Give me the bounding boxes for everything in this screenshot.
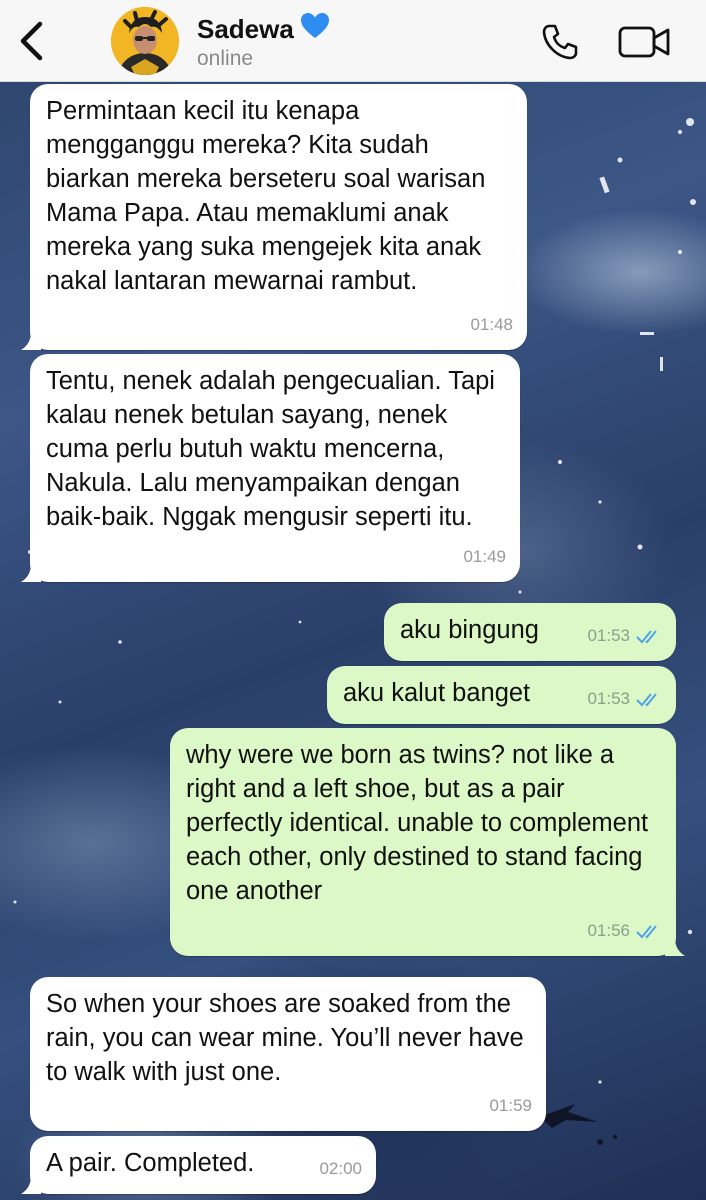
message-bubble-outgoing[interactable]: aku kalut banget 01:53 (327, 666, 676, 724)
message-bubble-incoming[interactable]: Tentu, nenek adalah pengecualian. Tapi k… (21, 354, 520, 582)
message-meta: 02:00 (319, 1152, 362, 1186)
blue-heart-icon (300, 12, 330, 46)
message-meta: 01:48 (470, 308, 513, 342)
message-text: A pair. Completed. (46, 1149, 255, 1177)
read-receipt-icon (636, 630, 657, 644)
video-call-button[interactable] (618, 24, 672, 60)
read-receipt-icon (636, 693, 657, 707)
message-text: why were we born as twins? not like a ri… (186, 741, 656, 905)
message-bubble-incoming[interactable]: A pair. Completed. 02:00 (21, 1136, 376, 1194)
chat-header: Sadewa online (0, 0, 706, 82)
read-receipt-icon (636, 925, 657, 939)
chat-area[interactable]: Permintaan kecil itu kenapa mengganggu m… (0, 82, 706, 1200)
message-time: 01:56 (587, 921, 630, 940)
phone-icon (542, 24, 578, 60)
message-meta: 01:49 (463, 540, 506, 574)
message-time: 01:48 (470, 315, 513, 334)
voice-call-button[interactable] (540, 22, 580, 62)
video-camera-icon (618, 26, 670, 58)
message-bubble-incoming[interactable]: So when your shoes are soaked from the r… (30, 977, 546, 1131)
message-bubble-outgoing[interactable]: why were we born as twins? not like a ri… (170, 728, 685, 956)
message-time: 02:00 (319, 1159, 362, 1178)
message-time: 01:59 (489, 1096, 532, 1115)
chevron-left-icon (20, 21, 43, 61)
contact-name-text: Sadewa (197, 13, 294, 44)
contact-status: online (197, 47, 254, 70)
message-meta: 01:56 (587, 914, 662, 948)
message-time: 01:53 (587, 689, 630, 708)
message-time: 01:49 (463, 547, 506, 566)
avatar[interactable] (111, 7, 179, 75)
message-time: 01:53 (587, 626, 630, 645)
message-text: So when your shoes are soaked from the r… (46, 990, 531, 1086)
message-meta: 01:59 (489, 1089, 532, 1123)
message-meta: 01:53 (587, 682, 662, 716)
contact-name[interactable]: Sadewa (197, 12, 330, 46)
message-bubble-incoming[interactable]: Permintaan kecil itu kenapa mengganggu m… (21, 84, 527, 350)
message-text: Tentu, nenek adalah pengecualian. Tapi k… (46, 367, 503, 531)
message-meta: 01:53 (587, 619, 662, 653)
message-bubble-outgoing[interactable]: aku bingung 01:53 (384, 603, 676, 661)
back-button[interactable] (14, 20, 48, 62)
message-text: Permintaan kecil itu kenapa mengganggu m… (46, 97, 493, 295)
